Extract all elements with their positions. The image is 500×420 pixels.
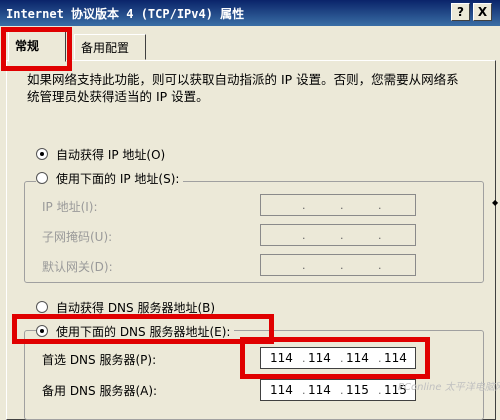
scroll-indicator-icon: ◆ [492,198,499,207]
alternate-dns-label: 备用 DNS 服务器(A): [42,384,158,398]
title-bar: Internet 协议版本 4 (TCP/IPv4) 属性 ? X [0,0,500,26]
preferred-dns-label: 首选 DNS 服务器(P): [42,353,157,367]
intro-text: 如果网络支持此功能，则可以获取自动指派的 IP 设置。否则，您需要从网络系统管理… [27,72,459,104]
radio-manual-ip-button[interactable] [36,172,48,184]
radio-auto-ip-label: 自动获得 IP 地址(O) [56,147,166,162]
alternate-dns-octet-3: 115 [346,383,369,397]
alternate-dns-octet-2: 114 [308,383,331,397]
preferred-dns-highlight-box [240,337,430,379]
radio-manual-ip[interactable]: 使用下面的 IP 地址(S): [36,169,184,187]
subnet-mask-input[interactable]: ... [260,224,416,246]
gateway-input[interactable]: ... [260,254,416,276]
subnet-mask-label: 子网掩码(U): [42,230,113,244]
gateway-label: 默认网关(D): [42,260,113,274]
radio-auto-ip-button[interactable] [36,148,48,160]
window-title: Internet 协议版本 4 (TCP/IPv4) 属性 [6,7,245,21]
help-button[interactable]: ? [451,3,470,21]
alternate-dns-octet-1: 114 [270,383,293,397]
close-button[interactable]: X [473,3,492,21]
radio-auto-dns-label: 自动获得 DNS 服务器地址(B) [56,300,216,315]
dns-option-highlight-box [12,314,274,344]
radio-auto-ip[interactable]: 自动获得 IP 地址(O) [36,145,165,163]
watermark: PConline 太平洋电脑网 [398,382,500,393]
tab-alternate-config[interactable]: 备用配置 [74,34,146,60]
alternate-dns-input[interactable]: 114 . 114 . 115 . 115 [260,379,416,401]
tab-highlight-box [1,27,72,71]
radio-manual-ip-label: 使用下面的 IP 地址(S): [56,171,180,186]
ip-address-label: IP 地址(I): [42,200,98,214]
radio-auto-dns-button[interactable] [36,301,48,313]
ip-address-input[interactable]: ... [260,194,416,216]
